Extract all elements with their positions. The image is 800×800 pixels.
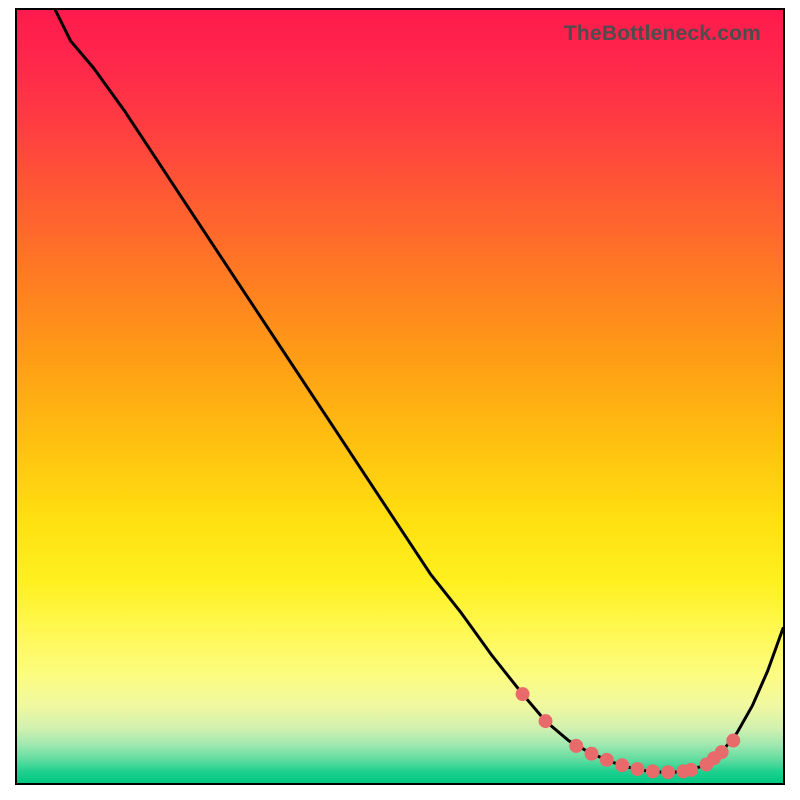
curve-dots <box>516 687 741 779</box>
curve-line <box>55 10 783 772</box>
data-point <box>661 765 675 779</box>
chart-svg <box>17 10 783 783</box>
data-point <box>684 763 698 777</box>
data-point <box>715 745 729 759</box>
data-point <box>646 764 660 778</box>
plot-area: TheBottleneck.com <box>15 8 785 785</box>
data-point <box>630 762 644 776</box>
data-point <box>615 758 629 772</box>
data-point <box>569 739 583 753</box>
data-point <box>600 753 614 767</box>
data-point <box>726 734 740 748</box>
data-point <box>539 714 553 728</box>
data-point <box>516 687 530 701</box>
chart-container: TheBottleneck.com <box>0 0 800 800</box>
data-point <box>585 747 599 761</box>
